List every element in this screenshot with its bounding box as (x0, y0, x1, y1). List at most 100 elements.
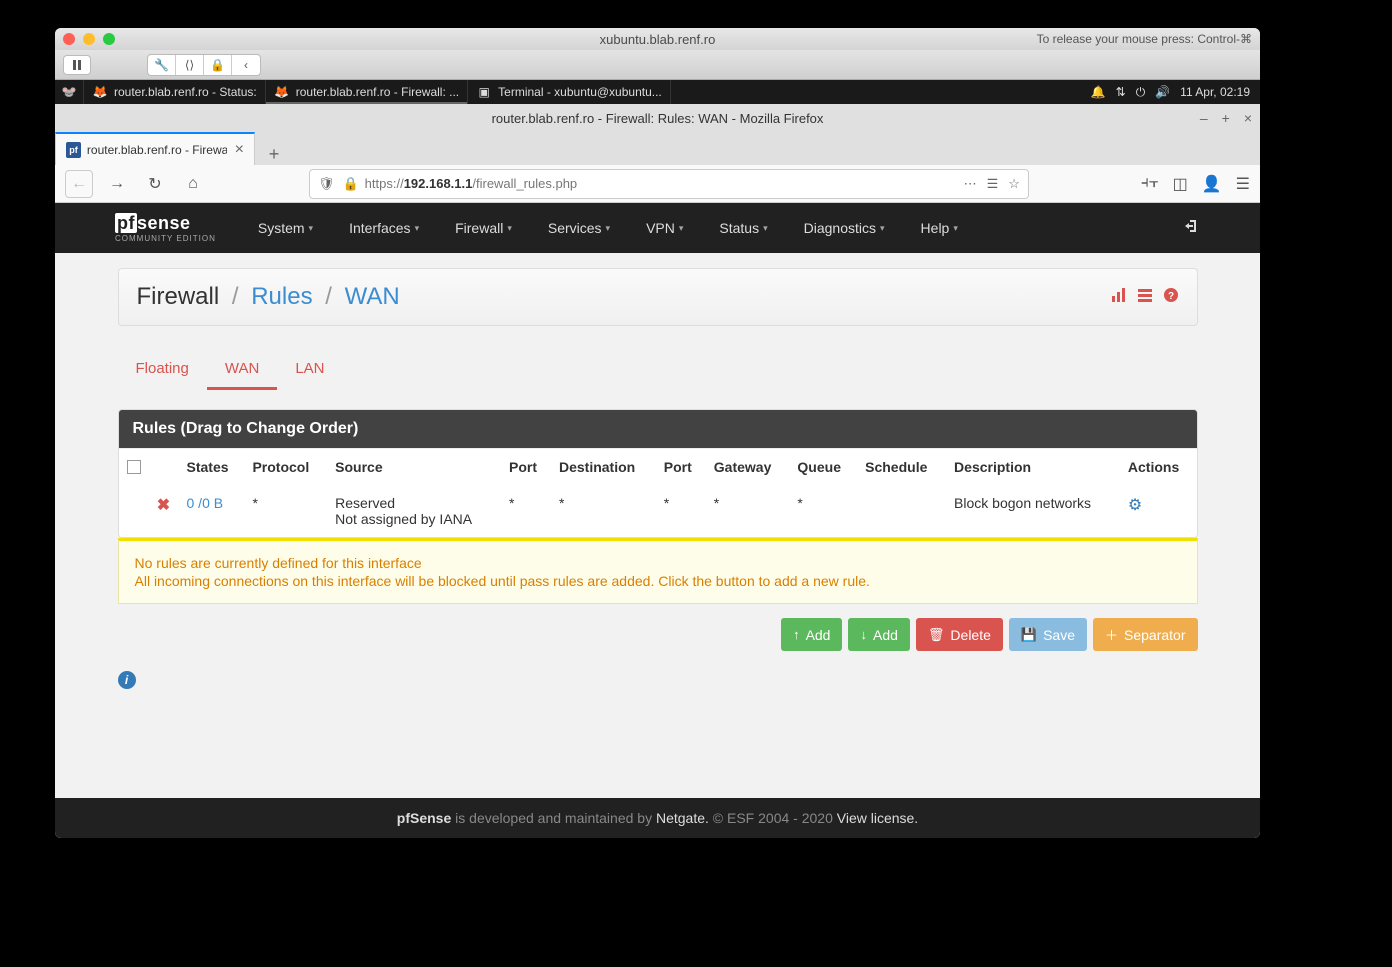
browser-tab-active[interactable]: pf router.blab.renf.ro - Firewall: × (55, 132, 255, 165)
no-rules-alert: No rules are currently defined for this … (118, 538, 1198, 604)
stats-icon[interactable] (1111, 287, 1127, 308)
cell: * (551, 485, 656, 537)
firefox-tabstrip: pf router.blab.renf.ro - Firewall: × + (55, 132, 1260, 165)
column-header: Destination (551, 449, 656, 486)
notification-icon[interactable]: 🔔 (1091, 85, 1106, 99)
nav-menu-firewall[interactable]: Firewall (437, 203, 530, 253)
button-label: Save (1043, 627, 1075, 643)
nav-menu-diagnostics[interactable]: Diagnostics (786, 203, 903, 253)
vm-tool-3-button[interactable]: 🔒 (204, 55, 232, 75)
arrow-down-icon: ↓ (860, 627, 867, 642)
bookmark-star-icon[interactable]: ☆ (1008, 176, 1020, 192)
pfsense-logo[interactable]: pfsense COMMUNITY EDITION (115, 213, 216, 243)
clock[interactable]: 11 Apr, 02:19 (1180, 85, 1250, 99)
logo-subtitle: COMMUNITY EDITION (115, 234, 216, 243)
breadcrumb-wan-link[interactable]: WAN (345, 283, 400, 310)
column-header: Actions (1120, 449, 1197, 486)
taskbar-item-firefox-status[interactable]: 🦊router.blab.renf.ro - Status: (84, 80, 266, 104)
lock-warning-icon[interactable]: 🔒 (342, 176, 358, 192)
back-button[interactable]: ← (65, 170, 93, 198)
reader-icon[interactable]: ☰ (987, 176, 999, 192)
page-content: pfsense COMMUNITY EDITION SystemInterfac… (55, 203, 1260, 838)
help-icon[interactable]: ? (1163, 287, 1179, 308)
add-rule-top-button[interactable]: ↑Add (781, 618, 842, 651)
pfsense-navbar: pfsense COMMUNITY EDITION SystemInterfac… (55, 203, 1260, 253)
vm-tool-2-button[interactable]: ⟨⟩ (176, 55, 204, 75)
nav-menu-vpn[interactable]: VPN (628, 203, 701, 253)
shield-icon[interactable]: 🛡 (318, 176, 335, 192)
sound-icon[interactable]: 🔊 (1155, 85, 1170, 99)
new-tab-button[interactable]: + (259, 144, 289, 165)
add-rule-bottom-button[interactable]: ↓ Add (848, 618, 909, 651)
states-link[interactable]: 0 /0 B (187, 495, 224, 511)
nav-menu-interfaces[interactable]: Interfaces (331, 203, 437, 253)
start-menu-button[interactable]: 🐭 (55, 80, 84, 104)
page-actions-icon[interactable]: ⋯ (964, 176, 977, 192)
breadcrumb-bar: Firewall / Rules / WAN ? (118, 268, 1198, 326)
account-icon[interactable]: 👤 (1202, 174, 1222, 194)
ff-maximize-button[interactable]: + (1222, 110, 1230, 126)
hamburger-menu-icon[interactable]: ☰ (1236, 174, 1250, 194)
firefox-window-title: router.blab.renf.ro - Firewall: Rules: W… (492, 111, 824, 126)
tab-wan[interactable]: WAN (207, 350, 277, 390)
select-all-checkbox[interactable] (127, 460, 141, 474)
button-label: Separator (1124, 627, 1185, 643)
nav-menu-system[interactable]: System (240, 203, 331, 253)
ubuntu-taskbar: 🐭 🦊router.blab.renf.ro - Status: 🦊router… (55, 80, 1260, 104)
url-path: /firewall_rules.php (472, 176, 577, 191)
footer-netgate-link[interactable]: Netgate. (656, 810, 709, 826)
cell: ✖ (149, 485, 179, 537)
arrow-up-icon: ↑ (793, 627, 800, 642)
forward-button[interactable]: → (103, 170, 131, 198)
library-icon[interactable]: ⫞⫟ (1141, 174, 1159, 194)
minimize-window-button[interactable] (83, 33, 95, 45)
url-prefix: https:// (365, 176, 404, 191)
breadcrumb-rules-link[interactable]: Rules (251, 283, 312, 310)
ff-close-button[interactable]: × (1244, 110, 1252, 126)
tab-floating[interactable]: Floating (118, 350, 207, 390)
table-row[interactable]: ✖0 /0 B*ReservedNot assigned by IANA****… (119, 485, 1197, 537)
panel-title: Rules (Drag to Change Order) (119, 410, 1197, 448)
column-header (119, 449, 149, 486)
url-bar[interactable]: 🛡 🔒 https://192.168.1.1/firewall_rules.p… (309, 169, 1029, 199)
info-toggle-icon[interactable]: i (118, 671, 136, 689)
nav-menu-status[interactable]: Status (701, 203, 785, 253)
taskbar-item-terminal[interactable]: ▣Terminal - xubuntu@xubuntu... (468, 80, 671, 104)
vm-tool-1-button[interactable]: 🔧 (148, 55, 176, 75)
url-host: 192.168.1.1 (404, 176, 473, 191)
separator-button[interactable]: ＋Separator (1093, 618, 1198, 651)
rules-panel: Rules (Drag to Change Order) StatesProto… (118, 409, 1198, 538)
column-header: Queue (789, 449, 857, 486)
cell: ⚙ (1120, 485, 1197, 537)
button-label: Delete (950, 627, 990, 643)
zoom-window-button[interactable] (103, 33, 115, 45)
reload-button[interactable]: ↻ (141, 170, 169, 198)
home-button[interactable]: ⌂ (179, 170, 207, 198)
nav-menu-help[interactable]: Help (903, 203, 976, 253)
vm-pause-button[interactable] (63, 55, 91, 75)
cell: Block bogon networks (946, 485, 1120, 537)
gear-icon[interactable]: ⚙ (1128, 497, 1142, 514)
save-button[interactable]: 💾Save (1009, 618, 1087, 651)
column-header (149, 449, 179, 486)
footer-license-link[interactable]: View license. (837, 810, 918, 826)
close-window-button[interactable] (63, 33, 75, 45)
button-label: Add (873, 627, 898, 643)
column-header: Source (327, 449, 501, 486)
tab-close-button[interactable]: × (235, 141, 244, 159)
taskbar-item-firefox-firewall[interactable]: 🦊router.blab.renf.ro - Firewall: ... (266, 80, 468, 104)
ff-minimize-button[interactable]: – (1200, 110, 1208, 126)
sidebar-icon[interactable]: ◫ (1173, 174, 1188, 194)
footer-brand: pfSense (397, 810, 451, 826)
tab-lan[interactable]: LAN (277, 350, 342, 390)
delete-button[interactable]: 🗑Delete (916, 618, 1003, 651)
power-icon[interactable]: ⏻ (1136, 85, 1146, 100)
network-icon[interactable]: ⇅ (1116, 85, 1126, 99)
nav-menu-services[interactable]: Services (530, 203, 628, 253)
vm-tool-4-button[interactable]: ‹ (232, 55, 260, 75)
logout-icon[interactable] (1184, 218, 1200, 239)
vm-window: xubuntu.blab.renf.ro To release your mou… (55, 28, 1260, 838)
firefox-titlebar: router.blab.renf.ro - Firewall: Rules: W… (55, 104, 1260, 132)
log-icon[interactable] (1137, 287, 1153, 308)
rule-action-buttons: ↑Add ↓ Add 🗑Delete 💾Save ＋Separator (118, 618, 1198, 651)
